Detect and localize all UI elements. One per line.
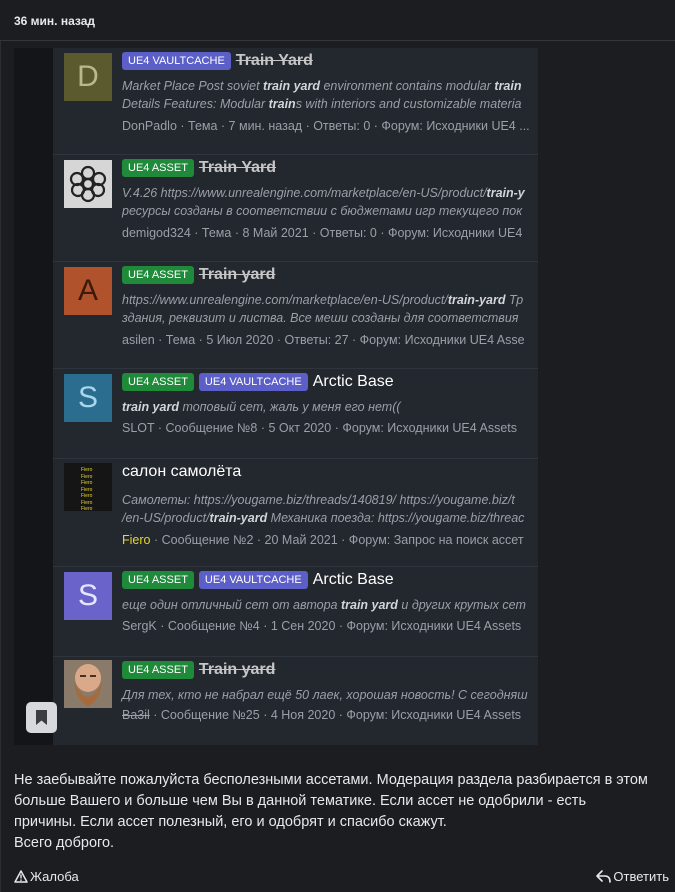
result-snippet: здания, реквизит и листва. Все меши созд… bbox=[122, 311, 519, 325]
author-link[interactable]: SLOT bbox=[122, 421, 154, 435]
search-result[interactable]: A UE4 ASSET Train yard https://www.unreal… bbox=[53, 262, 538, 369]
result-meta: SergK · Сообщение №4 · 1 Сен 2020 · Фору… bbox=[122, 619, 522, 633]
reply-button[interactable]: Ответить bbox=[596, 869, 669, 884]
result-title[interactable]: Train yard bbox=[199, 661, 275, 678]
search-result[interactable]: D UE4 VAULTCACHE Train Yard Market Place … bbox=[53, 48, 538, 155]
prefix-badge: UE4 ASSET bbox=[122, 661, 194, 679]
reply-icon bbox=[596, 870, 612, 883]
result-meta: Fiero · Сообщение №2 · 20 Май 2021 · Фор… bbox=[122, 533, 524, 547]
search-result[interactable]: S UE4 ASSET UE4 VAULTCACHE Arctic Base tra… bbox=[53, 369, 538, 459]
prefix-badge: UE4 ASSET bbox=[122, 266, 194, 284]
author-link[interactable]: Fiero bbox=[122, 533, 150, 547]
author-link[interactable]: demigod324 bbox=[122, 226, 191, 240]
bookmark-button[interactable] bbox=[26, 702, 57, 733]
post-header: 36 мин. назад bbox=[0, 0, 675, 41]
result-title[interactable]: салон самолёта bbox=[122, 463, 241, 480]
warning-icon bbox=[14, 870, 28, 883]
author-link[interactable]: asilen bbox=[122, 333, 155, 347]
avatar[interactable] bbox=[64, 660, 112, 708]
result-title[interactable]: Arctic Base bbox=[313, 373, 394, 390]
post-message: Не заебывайте пожалуйста бесполезными ас… bbox=[14, 770, 674, 854]
result-snippet: Самолеты: https://yougame.biz/threads/14… bbox=[122, 493, 515, 507]
report-label: Жалоба bbox=[30, 869, 79, 884]
prefix-badge: UE4 VAULTCACHE bbox=[122, 52, 231, 70]
search-result[interactable]: UE4 ASSET Train yard Для тех, кто не набр… bbox=[53, 657, 538, 745]
embedded-screenshot[interactable]: D UE4 VAULTCACHE Train Yard Market Place … bbox=[14, 48, 538, 745]
search-results-list: D UE4 VAULTCACHE Train Yard Market Place … bbox=[53, 48, 538, 745]
result-snippet: V.4.26 https://www.unrealengine.com/mark… bbox=[122, 186, 525, 200]
author-link[interactable]: DonPadlo bbox=[122, 119, 177, 133]
flower-avatar-icon bbox=[69, 165, 107, 203]
avatar[interactable]: Fiero Fiero Fiero Fiero Fiero Fiero Fiero bbox=[64, 463, 112, 511]
prefix-badge: UE4 ASSET bbox=[122, 159, 194, 177]
post-text-line: Всего доброго. bbox=[14, 835, 115, 851]
result-title[interactable]: Train Yard bbox=[199, 159, 276, 176]
search-result[interactable]: Fiero Fiero Fiero Fiero Fiero Fiero Fiero сало… bbox=[53, 459, 538, 567]
avatar[interactable]: D bbox=[64, 53, 112, 101]
result-snippet: ресурсы созданы в соответствии с бюджета… bbox=[122, 204, 523, 218]
post-text-line: причины. Если ассет полезный, его и одоб… bbox=[14, 814, 447, 830]
bearded-man-avatar-icon bbox=[64, 660, 112, 708]
avatar[interactable]: S bbox=[64, 374, 112, 422]
avatar[interactable] bbox=[64, 160, 112, 208]
search-result[interactable]: S UE4 ASSET UE4 VAULTCACHE Arctic Base еще… bbox=[53, 567, 538, 657]
result-snippet: train yard топовый сет, жаль у меня его … bbox=[122, 400, 401, 414]
prefix-badge: UE4 ASSET bbox=[122, 373, 194, 391]
result-title[interactable]: Train yard bbox=[199, 266, 275, 283]
author-link[interactable]: SergK bbox=[122, 619, 157, 633]
result-snippet: Для тех, кто не набрал ещё 50 лаек, хоро… bbox=[122, 688, 528, 702]
result-snippet: еще один отличный сет от автора train ya… bbox=[122, 598, 526, 612]
result-meta: Ba3il · Сообщение №25 · 4 Ноя 2020 · Фор… bbox=[122, 708, 522, 722]
avatar[interactable]: A bbox=[64, 267, 112, 315]
result-title[interactable]: Arctic Base bbox=[313, 571, 394, 588]
result-meta: asilen · Тема · 5 Июл 2020 · Ответы: 27 … bbox=[122, 333, 525, 347]
post-text-line: Не заебывайте пожалуйста бесполезными ас… bbox=[14, 772, 648, 788]
result-meta: DonPadlo · Тема · 7 мин. назад · Ответы:… bbox=[122, 119, 530, 133]
prefix-badge: UE4 VAULTCACHE bbox=[198, 571, 308, 589]
avatar[interactable]: S bbox=[64, 572, 112, 620]
result-snippet: /en-US/product/train-yard Механика поезд… bbox=[122, 511, 525, 525]
search-result[interactable]: UE4 ASSET Train Yard V.4.26 https://www.u… bbox=[53, 155, 538, 262]
post-timestamp[interactable]: 36 мин. назад bbox=[14, 14, 95, 28]
result-snippet: Market Place Post soviet train yard envi… bbox=[122, 79, 522, 93]
report-button[interactable]: Жалоба bbox=[14, 869, 79, 884]
result-meta: demigod324 · Тема · 8 Май 2021 · Ответы:… bbox=[122, 226, 523, 240]
result-snippet: https://www.unrealengine.com/marketplace… bbox=[122, 293, 524, 307]
prefix-badge: UE4 VAULTCACHE bbox=[198, 373, 308, 391]
bookmark-icon bbox=[36, 710, 47, 725]
post-text-line: больше Вашего и больше чем Вы в данной т… bbox=[14, 793, 586, 809]
reply-label: Ответить bbox=[613, 869, 669, 884]
author-link[interactable]: Ba3il bbox=[122, 708, 150, 722]
result-meta: SLOT · Сообщение №8 · 5 Окт 2020 · Форум… bbox=[122, 421, 518, 435]
avatar-text-pattern: Fiero Fiero Fiero Fiero Fiero Fiero Fiero bbox=[81, 467, 93, 511]
prefix-badge: UE4 ASSET bbox=[122, 571, 194, 589]
result-title[interactable]: Train Yard bbox=[236, 52, 313, 69]
result-snippet: Details Features: Modular trains with in… bbox=[122, 97, 522, 111]
